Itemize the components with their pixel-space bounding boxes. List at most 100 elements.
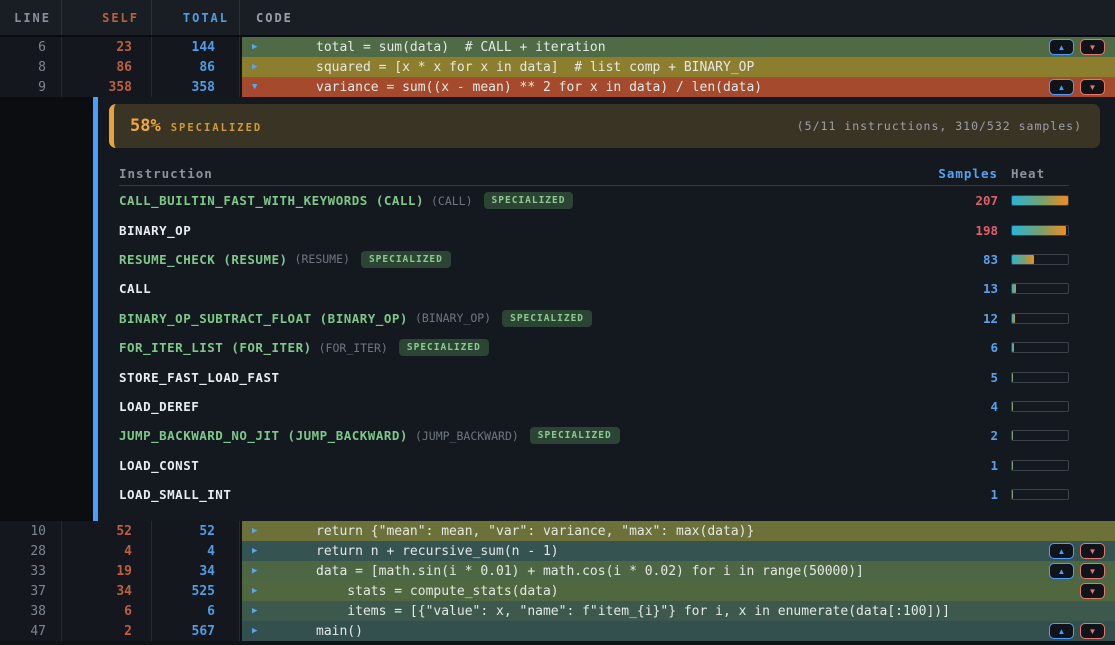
move-down-button[interactable]: ▼ <box>1080 563 1105 579</box>
up-arrow-icon: ▲ <box>1058 83 1066 92</box>
code-cell: ▶ stats = compute_stats(data) ▼ <box>242 581 1115 601</box>
instruction-row: LOAD_DEREF 4 <box>119 392 1069 421</box>
expand-caret-icon[interactable]: ▶ <box>252 606 264 616</box>
expand-caret-icon[interactable]: ▶ <box>252 526 264 536</box>
instruction-samples: 12 <box>878 311 998 326</box>
move-up-button[interactable]: ▲ <box>1049 79 1074 95</box>
expand-caret-icon[interactable]: ▼ <box>252 82 264 92</box>
instruction-samples: 6 <box>878 340 998 355</box>
instruction-name: CALL_BUILTIN_FAST_WITH_KEYWORDS (CALL) <box>119 193 424 208</box>
self-samples: 34 <box>62 581 152 601</box>
instruction-name-group: JUMP_BACKWARD_NO_JIT (JUMP_BACKWARD) (JU… <box>119 427 878 444</box>
heat-bar-track <box>1011 313 1069 324</box>
move-up-button[interactable]: ▲ <box>1049 563 1074 579</box>
specialized-label: SPECIALIZED <box>171 122 263 134</box>
move-up-button[interactable]: ▲ <box>1049 543 1074 559</box>
self-samples: 2 <box>62 621 152 641</box>
code-line-row[interactable]: 10 52 52 ▶ return {"mean": mean, "var": … <box>0 521 1115 541</box>
instruction-name-group: CALL_BUILTIN_FAST_WITH_KEYWORDS (CALL) (… <box>119 192 878 209</box>
move-up-button[interactable]: ▲ <box>1049 623 1074 639</box>
instruction-name: BINARY_OP_SUBTRACT_FLOAT (BINARY_OP) <box>119 311 408 326</box>
heat-bar-fill <box>1012 196 1068 205</box>
heat-bar-fill <box>1012 255 1034 264</box>
up-arrow-icon: ▲ <box>1058 627 1066 636</box>
code-text: stats = compute_stats(data) <box>316 584 559 599</box>
code-line-row[interactable]: 37 34 525 ▶ stats = compute_stats(data) … <box>0 581 1115 601</box>
panel-body: 58% SPECIALIZED (5/11 instructions, 310/… <box>93 97 1115 521</box>
heat-bar-track <box>1011 283 1069 294</box>
instruction-row: CALL_BUILTIN_FAST_WITH_KEYWORDS (CALL) (… <box>119 186 1069 215</box>
instruction-name-group: CALL <box>119 281 878 296</box>
line-number: 47 <box>0 621 62 641</box>
code-line-row[interactable]: 6 23 144 ▶ total = sum(data) # CALL + it… <box>0 37 1115 57</box>
instruction-alias: (RESUME) <box>295 252 350 266</box>
instruction-row: STORE_FAST_LOAD_FAST 5 <box>119 362 1069 391</box>
expand-caret-icon[interactable]: ▶ <box>252 626 264 636</box>
up-arrow-icon: ▲ <box>1058 43 1066 52</box>
heat-bar-fill <box>1012 314 1015 323</box>
total-samples: 6 <box>152 601 240 621</box>
heat-bar-track <box>1011 489 1069 500</box>
specialized-percent: 58% <box>130 116 161 136</box>
code-text: main() <box>316 624 363 639</box>
expand-caret-icon[interactable]: ▶ <box>252 566 264 576</box>
column-header-samples: Samples <box>878 166 998 181</box>
expand-caret-icon[interactable]: ▶ <box>252 546 264 556</box>
down-arrow-icon: ▼ <box>1089 567 1097 576</box>
heat-bar-fill <box>1012 284 1016 293</box>
up-arrow-icon: ▲ <box>1058 567 1066 576</box>
heat-bar-fill <box>1012 373 1013 382</box>
self-samples: 6 <box>62 601 152 621</box>
move-down-button[interactable]: ▼ <box>1080 543 1105 559</box>
code-cell: ▼ variance = sum((x - mean) ** 2 for x i… <box>242 77 1115 97</box>
instruction-samples: 5 <box>878 370 998 385</box>
instruction-samples: 4 <box>878 399 998 414</box>
instruction-name: STORE_FAST_LOAD_FAST <box>119 370 280 385</box>
move-up-button[interactable]: ▲ <box>1049 39 1074 55</box>
instruction-name-group: FOR_ITER_LIST (FOR_ITER) (FOR_ITER) SPEC… <box>119 339 878 356</box>
code-cell: ▶ total = sum(data) # CALL + iteration ▲… <box>242 37 1115 57</box>
code-cell: ▶ items = [{"value": x, "name": f"item_{… <box>242 601 1115 621</box>
heat-bar-track <box>1011 195 1069 206</box>
specialized-badge: SPECIALIZED <box>484 192 574 209</box>
move-down-button[interactable]: ▼ <box>1080 583 1105 599</box>
down-arrow-icon: ▼ <box>1089 83 1097 92</box>
instruction-samples: 13 <box>878 281 998 296</box>
move-down-button[interactable]: ▼ <box>1080 39 1105 55</box>
line-number: 33 <box>0 561 62 581</box>
line-number: 6 <box>0 37 62 57</box>
code-line-row[interactable]: 33 19 34 ▶ data = [math.sin(i * 0.01) + … <box>0 561 1115 581</box>
instruction-alias: (BINARY_OP) <box>415 311 491 325</box>
instruction-samples: 207 <box>878 193 998 208</box>
expand-caret-icon[interactable]: ▶ <box>252 586 264 596</box>
specialization-banner: 58% SPECIALIZED (5/11 instructions, 310/… <box>109 104 1100 148</box>
instruction-row: JUMP_BACKWARD_NO_JIT (JUMP_BACKWARD) (JU… <box>119 421 1069 450</box>
instruction-alias: (JUMP_BACKWARD) <box>415 429 519 443</box>
heat-bar-fill <box>1012 402 1013 411</box>
down-arrow-icon: ▼ <box>1089 547 1097 556</box>
code-line-row[interactable]: 28 4 4 ▶ return n + recursive_sum(n - 1)… <box>0 541 1115 561</box>
instruction-alias: (CALL) <box>431 194 473 208</box>
code-line-row[interactable]: 8 86 86 ▶ squared = [x * x for x in data… <box>0 57 1115 77</box>
move-down-button[interactable]: ▼ <box>1080 79 1105 95</box>
total-samples: 86 <box>152 57 240 77</box>
code-cell: ▶ data = [math.sin(i * 0.01) + math.cos(… <box>242 561 1115 581</box>
move-down-button[interactable]: ▼ <box>1080 623 1105 639</box>
instruction-name: JUMP_BACKWARD_NO_JIT (JUMP_BACKWARD) <box>119 428 408 443</box>
expand-caret-icon[interactable]: ▶ <box>252 62 264 72</box>
total-samples: 4 <box>152 541 240 561</box>
instruction-name: LOAD_SMALL_INT <box>119 487 231 502</box>
panel-gutter <box>0 97 93 521</box>
code-line-row[interactable]: 38 6 6 ▶ items = [{"value": x, "name": f… <box>0 601 1115 621</box>
line-number: 28 <box>0 541 62 561</box>
expand-caret-icon[interactable]: ▶ <box>252 42 264 52</box>
code-line-row[interactable]: 9 358 358 ▼ variance = sum((x - mean) **… <box>0 77 1115 97</box>
code-line-row[interactable]: 47 2 567 ▶ main() ▲ ▼ <box>0 621 1115 641</box>
code-cell: ▶ return n + recursive_sum(n - 1) ▲ ▼ <box>242 541 1115 561</box>
specialization-panel: 58% SPECIALIZED (5/11 instructions, 310/… <box>0 97 1115 521</box>
line-number: 8 <box>0 57 62 77</box>
instruction-name-group: RESUME_CHECK (RESUME) (RESUME) SPECIALIZ… <box>119 251 878 268</box>
code-text: return {"mean": mean, "var": variance, "… <box>316 524 754 539</box>
instruction-row: FOR_ITER_LIST (FOR_ITER) (FOR_ITER) SPEC… <box>119 333 1069 362</box>
self-samples: 19 <box>62 561 152 581</box>
